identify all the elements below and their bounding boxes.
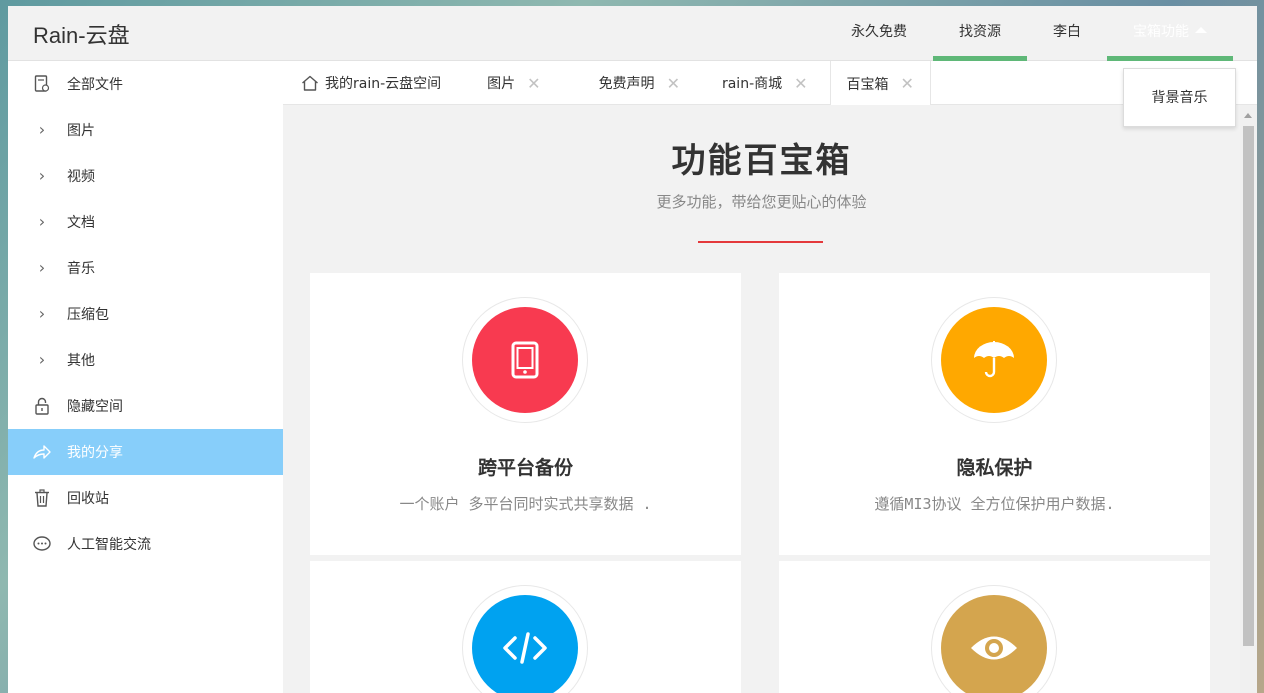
vertical-scrollbar[interactable] xyxy=(1240,105,1257,693)
sidebar-item-label: 图片 xyxy=(67,123,95,139)
chevron-right-icon: › xyxy=(38,120,46,139)
chevron-right-icon: › xyxy=(38,304,46,323)
chevron-right-icon: › xyxy=(38,350,46,369)
lock-icon xyxy=(33,397,51,415)
icon-ring xyxy=(931,585,1057,693)
toolbox-dropdown: 背景音乐 xyxy=(1123,68,1236,127)
chevron-right-icon: › xyxy=(38,166,46,185)
nav-item-label: 永久免费 xyxy=(851,24,907,40)
sidebar-item-label: 文档 xyxy=(67,215,95,231)
file-icon xyxy=(33,75,51,93)
nav-item-toolbox[interactable]: 宝箱功能 xyxy=(1107,6,1233,61)
tab-home[interactable]: 我的rain-云盘空间 xyxy=(283,61,457,105)
eye-icon xyxy=(971,636,1017,660)
sidebar: 全部文件 › 图片 › 视频 › 文档 › 音乐 › 压缩包 › 其他 隐藏空间… xyxy=(8,61,283,693)
icon-circle xyxy=(941,595,1047,693)
chat-icon xyxy=(33,535,51,553)
nav-item-libai[interactable]: 李白 xyxy=(1027,6,1107,61)
tab-label: 我的rain-云盘空间 xyxy=(325,76,442,92)
icon-ring xyxy=(462,585,588,693)
sidebar-item-hidden-space[interactable]: 隐藏空间 xyxy=(8,383,283,429)
title-divider xyxy=(698,241,823,243)
tab-images[interactable]: 图片 ✕ xyxy=(471,61,556,105)
sidebar-item-images[interactable]: › 图片 xyxy=(8,107,283,153)
sidebar-item-music[interactable]: › 音乐 xyxy=(8,245,283,291)
tab-label: 免费声明 xyxy=(598,76,655,92)
icon-circle xyxy=(941,307,1047,413)
close-icon[interactable]: ✕ xyxy=(901,74,914,93)
scrollbar-thumb[interactable] xyxy=(1243,126,1254,646)
sidebar-item-recycle-bin[interactable]: 回收站 xyxy=(8,475,283,521)
sidebar-item-archives[interactable]: › 压缩包 xyxy=(8,291,283,337)
tab-label: rain-商城 xyxy=(721,76,783,92)
feature-card-backup[interactable]: 跨平台备份 一个账户 多平台同时实式共享数据 . xyxy=(310,273,741,555)
nav-item-label: 宝箱功能 xyxy=(1133,24,1189,40)
caret-up-icon xyxy=(1195,27,1207,33)
code-icon xyxy=(503,632,547,664)
icon-circle xyxy=(472,595,578,693)
card-description: 遵循MI3协议 全方位保护用户数据. xyxy=(874,495,1115,513)
close-icon[interactable]: ✕ xyxy=(794,74,807,93)
sidebar-item-label: 其他 xyxy=(67,353,95,369)
tab-label: 百宝箱 xyxy=(846,76,889,93)
tab-disclaimer[interactable]: 免费声明 ✕ xyxy=(583,61,696,105)
nav-item-label: 找资源 xyxy=(959,24,1001,40)
nav-item-label: 李白 xyxy=(1053,24,1081,40)
sidebar-item-label: 全部文件 xyxy=(67,77,123,93)
app-window: Rain-云盘 永久免费 找资源 李白 宝箱功能 背景音乐 全部文件 › 图片 … xyxy=(8,6,1257,693)
share-icon xyxy=(33,443,51,461)
page-title: 功能百宝箱 xyxy=(671,141,852,181)
sidebar-item-label: 隐藏空间 xyxy=(67,399,123,415)
tab-mall[interactable]: rain-商城 ✕ xyxy=(706,61,824,105)
dropdown-item-bg-music[interactable]: 背景音乐 xyxy=(1124,69,1235,128)
sidebar-item-videos[interactable]: › 视频 xyxy=(8,153,283,199)
icon-ring xyxy=(462,297,588,423)
feature-card-privacy[interactable]: 隐私保护 遵循MI3协议 全方位保护用户数据. xyxy=(779,273,1210,555)
main-content: 功能百宝箱 更多功能，带给您更贴心的体验 跨平台备份 一个账户 多平台同时实式共… xyxy=(283,105,1257,693)
chevron-right-icon: › xyxy=(38,212,46,231)
sidebar-item-label: 压缩包 xyxy=(67,307,109,323)
card-title: 跨平台备份 xyxy=(477,457,573,479)
sidebar-item-label: 音乐 xyxy=(67,261,95,277)
app-logo[interactable]: Rain-云盘 xyxy=(33,18,130,50)
top-nav: 永久免费 找资源 李白 宝箱功能 xyxy=(825,6,1233,61)
umbrella-icon xyxy=(974,341,1014,378)
feature-card-view[interactable] xyxy=(779,561,1210,693)
card-description: 一个账户 多平台同时实式共享数据 . xyxy=(399,495,652,513)
tab-toolbox[interactable]: 百宝箱 ✕ xyxy=(829,61,931,106)
tab-label: 图片 xyxy=(487,76,516,92)
close-icon[interactable]: ✕ xyxy=(667,74,680,93)
icon-circle xyxy=(472,307,578,413)
feature-card-code[interactable] xyxy=(310,561,741,693)
page-subtitle: 更多功能，带给您更贴心的体验 xyxy=(656,193,867,211)
card-title: 隐私保护 xyxy=(956,457,1033,479)
nav-item-free[interactable]: 永久免费 xyxy=(825,6,933,61)
chevron-right-icon: › xyxy=(38,258,46,277)
close-icon[interactable]: ✕ xyxy=(527,74,540,93)
sidebar-item-label: 视频 xyxy=(67,169,95,185)
sidebar-item-other[interactable]: › 其他 xyxy=(8,337,283,383)
home-icon xyxy=(302,75,318,91)
trash-icon xyxy=(33,489,51,507)
sidebar-item-label: 人工智能交流 xyxy=(67,537,151,553)
sidebar-item-ai-chat[interactable]: 人工智能交流 xyxy=(8,521,283,567)
nav-item-find-resources[interactable]: 找资源 xyxy=(933,6,1027,61)
tab-bar: 我的rain-云盘空间 图片 ✕ 免费声明 ✕ rain-商城 ✕ 百宝箱 ✕ xyxy=(283,61,1257,106)
sidebar-item-all-files[interactable]: 全部文件 xyxy=(8,61,283,107)
sidebar-item-my-share[interactable]: 我的分享 xyxy=(8,429,283,475)
sidebar-item-label: 回收站 xyxy=(67,491,109,507)
sidebar-item-documents[interactable]: › 文档 xyxy=(8,199,283,245)
tablet-icon xyxy=(511,341,539,379)
icon-ring xyxy=(931,297,1057,423)
sidebar-item-label: 我的分享 xyxy=(67,445,123,461)
top-header: Rain-云盘 永久免费 找资源 李白 宝箱功能 xyxy=(8,6,1257,61)
scroll-up-arrow-icon[interactable] xyxy=(1244,113,1252,118)
